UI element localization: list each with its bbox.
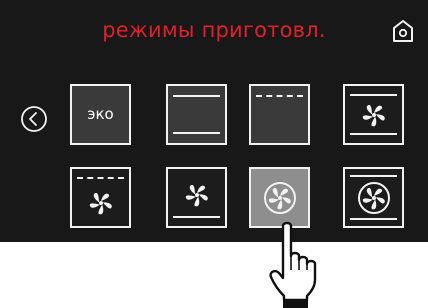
ring-fan-icon [263, 181, 296, 214]
fan-icon [89, 192, 112, 214]
mode-tile-eco[interactable]: эко [70, 84, 131, 145]
top-heat-line [350, 175, 397, 177]
ring-fan-icon [357, 181, 390, 214]
mode-tile-fan-grill[interactable] [70, 167, 131, 228]
mode-tile-ring-fan-selected[interactable] [249, 167, 310, 228]
home-button[interactable] [391, 18, 415, 44]
grill-line [256, 95, 303, 97]
fan-icon [362, 104, 385, 126]
home-icon [393, 20, 413, 42]
bottom-heat-line [173, 132, 220, 134]
top-heat-line [350, 94, 397, 96]
pointing-hand-icon [269, 221, 317, 308]
chevron-left-circle-icon [21, 106, 47, 132]
mode-tile-top-bottom-heat[interactable] [166, 84, 227, 145]
page-title: режимы приготовл. [102, 18, 326, 42]
mode-tile-fan-top-bottom[interactable] [343, 84, 404, 145]
mode-tile-fan-bottom[interactable] [166, 167, 227, 228]
bottom-heat-line [350, 133, 397, 135]
grill-line [77, 177, 124, 179]
mode-label: эко [87, 105, 114, 123]
bottom-heat-line [350, 218, 397, 220]
mode-tile-ring-fan-top-bottom[interactable] [343, 167, 404, 228]
fan-icon [185, 184, 208, 206]
mode-tile-grill[interactable] [249, 84, 310, 145]
bottom-heat-line [173, 216, 220, 218]
top-heat-line [173, 95, 220, 97]
back-button[interactable] [20, 105, 48, 133]
oven-display: режимы приготовл. эко [0, 0, 428, 242]
